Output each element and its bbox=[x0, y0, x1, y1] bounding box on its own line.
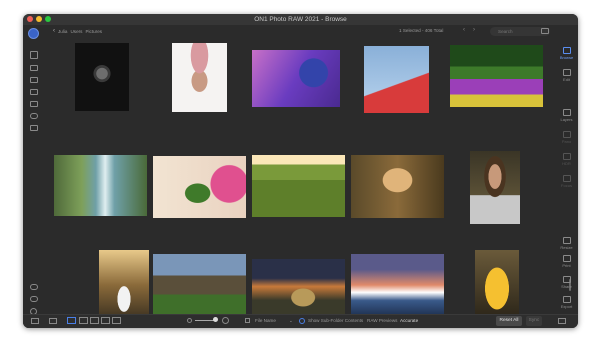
sliders-icon bbox=[562, 69, 571, 76]
breadcrumb-item[interactable]: Julia bbox=[58, 29, 67, 34]
map-view-icon[interactable] bbox=[112, 317, 121, 324]
reset-all-button[interactable]: Reset All bbox=[496, 316, 522, 326]
resize-icon bbox=[562, 237, 571, 244]
module-resize[interactable]: Resize bbox=[555, 237, 578, 250]
thumbnail-grid bbox=[45, 39, 571, 320]
browse-toolbar: ‹ Julia Users Pictures 1 Selected - 406 … bbox=[45, 25, 555, 39]
thumbnail-woman-striped-shirt[interactable] bbox=[470, 151, 520, 224]
browse-icon bbox=[562, 47, 571, 54]
thumbnail-woman-bw-headdress[interactable] bbox=[75, 43, 129, 111]
thumbnail-size-slider[interactable] bbox=[195, 320, 215, 321]
thumbnail-snow-mountains-sunset[interactable] bbox=[351, 254, 444, 316]
thumbnail-tulip-field[interactable] bbox=[450, 45, 543, 107]
filter-icon[interactable] bbox=[30, 284, 38, 290]
filmstrip-icon[interactable] bbox=[49, 318, 57, 324]
left-toolbar bbox=[23, 25, 45, 328]
slider-handle[interactable] bbox=[213, 317, 218, 322]
layers-icon bbox=[562, 109, 571, 116]
folder-icon[interactable] bbox=[30, 89, 38, 95]
cloud-icon[interactable] bbox=[30, 113, 38, 119]
export-icon bbox=[562, 296, 571, 303]
folder-icon[interactable] bbox=[541, 28, 549, 34]
thumbnail-blonde-woman-sunset[interactable] bbox=[351, 155, 444, 218]
module-print[interactable]: Print bbox=[555, 255, 578, 268]
module-layers[interactable]: Layers bbox=[555, 109, 578, 122]
sync-button[interactable]: Sync bbox=[526, 316, 542, 326]
subfolder-toggle[interactable] bbox=[299, 318, 305, 324]
status-bar: File Name ⌄ Show Sub-Folder Contents RAW… bbox=[23, 314, 578, 328]
filmstrip-view-icon[interactable] bbox=[79, 317, 88, 324]
module-pano[interactable]: Pano bbox=[555, 131, 578, 144]
add-icon[interactable] bbox=[30, 51, 38, 59]
breadcrumb-item[interactable]: Pictures bbox=[85, 29, 102, 34]
breadcrumb-item[interactable]: Users bbox=[70, 29, 82, 34]
share-icon bbox=[562, 276, 571, 283]
thumbnail-blue-purple-flowers[interactable] bbox=[252, 50, 340, 107]
next-arrow-icon[interactable]: › bbox=[473, 27, 475, 33]
thumbnail-yellow-classic-car[interactable] bbox=[475, 250, 519, 320]
back-arrow-icon[interactable]: ‹ bbox=[53, 28, 55, 34]
grid-view-icon[interactable] bbox=[67, 317, 76, 324]
raw-previews-select[interactable]: Accurate bbox=[400, 318, 418, 323]
focus-icon bbox=[562, 175, 571, 182]
drive-icon[interactable] bbox=[30, 101, 38, 107]
thumb-small-icon bbox=[187, 318, 192, 323]
prev-arrow-icon[interactable]: ‹ bbox=[463, 27, 465, 33]
module-panel: Browse Edit Layers Pano HDR Focus Resize… bbox=[555, 25, 578, 328]
print-icon bbox=[562, 255, 571, 262]
module-browse[interactable]: Browse bbox=[555, 47, 578, 60]
panel-toggle-icon[interactable] bbox=[31, 318, 39, 324]
right-panel-toggle-icon[interactable] bbox=[558, 318, 566, 324]
thumbnail-house-evening-lights[interactable] bbox=[153, 254, 246, 316]
detail-view-icon[interactable] bbox=[90, 317, 99, 324]
subfolder-label: Show Sub-Folder Contents bbox=[308, 318, 364, 323]
module-share[interactable]: Share bbox=[555, 276, 578, 289]
thumbnail-pink-rose-leaf[interactable] bbox=[153, 156, 246, 218]
raw-previews-label: RAW Previews bbox=[367, 318, 398, 323]
compare-view-icon[interactable] bbox=[101, 317, 110, 324]
thumb-large-icon bbox=[222, 317, 229, 324]
thumbnail-vineyard-rows[interactable] bbox=[252, 155, 345, 217]
sort-direction-icon[interactable]: ⌄ bbox=[289, 318, 293, 324]
module-edit[interactable]: Edit bbox=[555, 69, 578, 82]
thumbnail-red-building-blue-sky[interactable] bbox=[364, 46, 429, 113]
module-export[interactable]: Export bbox=[555, 296, 578, 309]
pano-icon bbox=[562, 131, 571, 138]
camera-icon[interactable] bbox=[30, 77, 38, 83]
thumbnail-woman-flower-crown[interactable] bbox=[172, 43, 227, 112]
selection-count: 1 Selected - 406 Total bbox=[399, 28, 444, 33]
breadcrumb: ‹ Julia Users Pictures bbox=[53, 28, 102, 34]
app-window: ON1 Photo RAW 2021 - Browse ‹ Julia User… bbox=[23, 14, 578, 328]
window-title: ON1 Photo RAW 2021 - Browse bbox=[254, 16, 347, 23]
thumbnail-woman-white-dress-forest[interactable] bbox=[99, 250, 149, 320]
sort-field[interactable]: File Name bbox=[255, 318, 276, 323]
module-hdr[interactable]: HDR bbox=[555, 153, 578, 166]
albums-icon[interactable] bbox=[30, 125, 38, 131]
module-focus[interactable]: Focus bbox=[555, 175, 578, 188]
thumbnail-hay-bale-sunset[interactable] bbox=[252, 259, 345, 314]
hdr-icon bbox=[562, 153, 571, 160]
people-icon[interactable] bbox=[30, 296, 38, 302]
on1-logo-icon[interactable] bbox=[28, 28, 39, 39]
thumbnail-river-waterfall[interactable] bbox=[54, 155, 147, 216]
display-icon[interactable] bbox=[30, 65, 38, 71]
title-bar: ON1 Photo RAW 2021 - Browse bbox=[23, 14, 578, 25]
sort-checkbox[interactable] bbox=[245, 318, 250, 323]
